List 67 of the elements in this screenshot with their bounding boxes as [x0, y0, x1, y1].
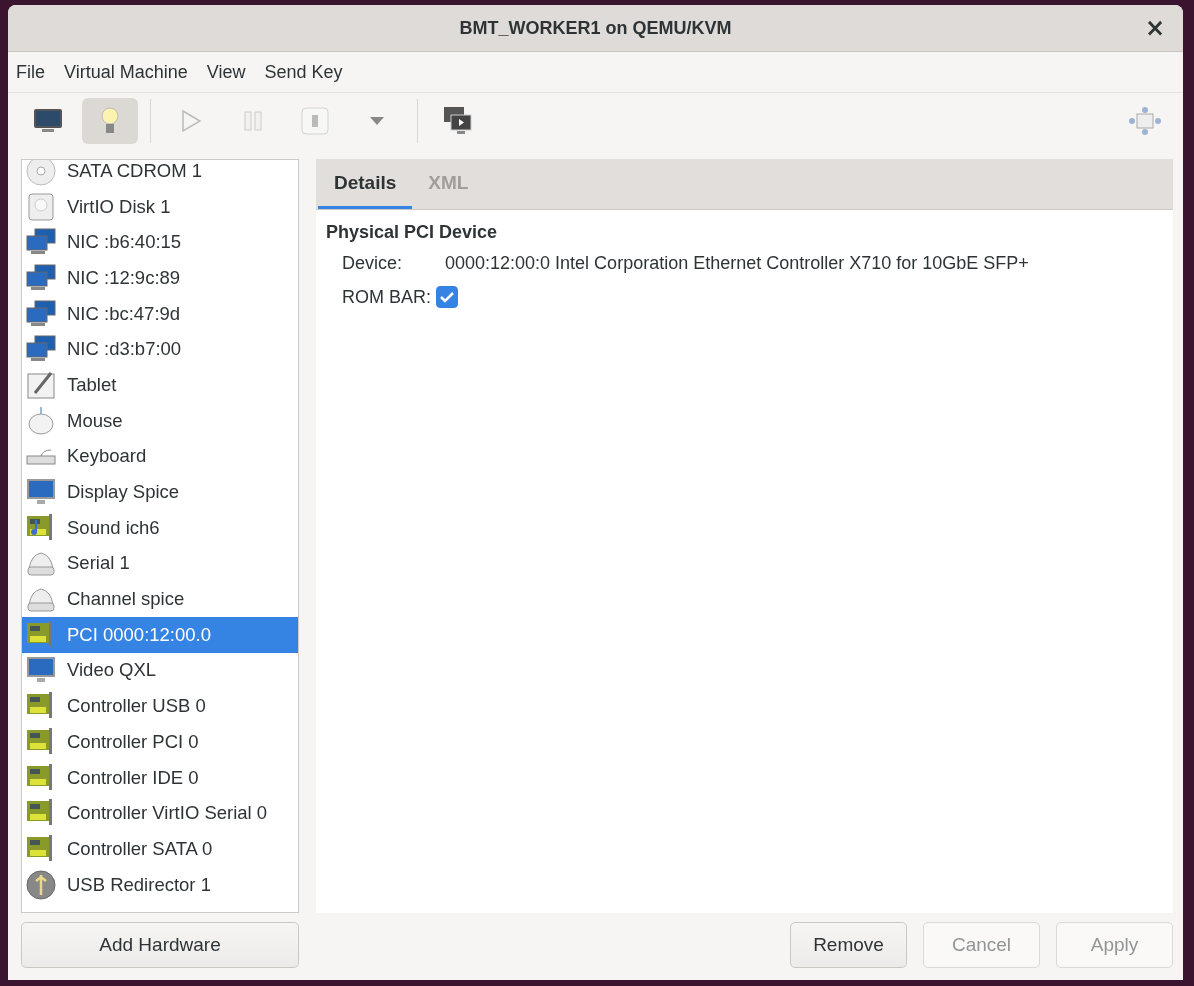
hardware-item[interactable]: Controller VirtIO Serial 0 — [22, 795, 298, 832]
hardware-label: Controller VirtIO Serial 0 — [67, 802, 268, 825]
hardware-item[interactable]: Controller IDE 0 — [22, 759, 298, 796]
hardware-item[interactable]: PCI 0000:12:00.0 — [22, 616, 298, 653]
usb-icon — [25, 868, 57, 901]
hardware-label: Mouse — [67, 409, 123, 432]
hardware-label: NIC :d3:b7:00 — [67, 338, 182, 361]
hardware-label: Serial 1 — [67, 552, 130, 575]
hardware-label: Tablet — [67, 373, 117, 396]
hardware-label: NIC :b6:40:15 — [67, 231, 182, 254]
hardware-item[interactable]: Controller USB 0 — [22, 688, 298, 724]
hardware-item[interactable]: SATA CDROM 1 — [22, 160, 298, 189]
hardware-item[interactable]: NIC :b6:40:15 — [22, 224, 298, 261]
hardware-item[interactable]: Mouse — [22, 402, 298, 439]
hardware-item[interactable]: Keyboard — [22, 438, 298, 475]
field-label: ROM BAR: — [342, 286, 432, 308]
hardware-item[interactable]: Tablet — [22, 367, 298, 403]
hardware-item[interactable]: Sound ich6 — [22, 509, 298, 546]
hardware-label: Controller IDE 0 — [67, 766, 199, 789]
hardware-label: VirtIO Disk 1 — [67, 195, 171, 218]
hardware-label: NIC :12:9c:89 — [67, 266, 181, 289]
field-value: 0000:12:00:0 Intel Corporation Ethernet Controller X710 for 10GbE SFP+ — [445, 252, 1029, 274]
mouse-icon — [25, 404, 57, 437]
hardware-label: SATA CDROM 1 — [67, 160, 202, 182]
menu-item[interactable]: File — [8, 61, 56, 83]
dialog-button[interactable]: Remove — [790, 922, 907, 968]
hardware-item[interactable]: Display Spice — [22, 474, 298, 510]
tab[interactable]: Details — [318, 159, 413, 209]
hardware-item[interactable]: Controller PCI 0 — [22, 724, 298, 760]
hardware-label: Channel spice — [67, 588, 185, 611]
hardware-label: PCI 0000:12:00.0 — [67, 623, 211, 646]
menu-item[interactable]: Virtual Machine — [56, 61, 199, 83]
lightbulb-icon — [100, 106, 120, 136]
field-label: Device: — [342, 252, 404, 274]
section-heading: Physical PCI Device — [326, 222, 499, 243]
hardware-item[interactable]: Serial 1 — [22, 545, 298, 582]
checkmark-icon — [440, 291, 454, 303]
hardware-label: Display Spice — [67, 481, 180, 504]
add-hardware-button[interactable]: Add Hardware — [21, 922, 299, 968]
menu-item[interactable]: View — [198, 61, 257, 83]
hardware-item[interactable]: NIC :12:9c:89 — [22, 260, 298, 296]
hardware-item[interactable]: NIC :d3:b7:00 — [22, 331, 298, 368]
hardware-label: Sound ich6 — [67, 516, 160, 539]
hardware-label: Controller USB 0 — [67, 695, 206, 718]
hardware-item[interactable]: Video QXL — [22, 652, 298, 689]
pause-icon — [243, 110, 263, 132]
window-title: BMT_WORKER1 on QEMU/KVM — [459, 17, 732, 39]
hardware-item[interactable]: USB Redirector 1 — [22, 866, 298, 903]
hardware-label: Keyboard — [67, 445, 147, 468]
hardware-item[interactable]: Controller SATA 0 — [22, 831, 298, 867]
hardware-label: NIC :bc:47:9d — [67, 302, 181, 325]
screens-icon — [443, 106, 473, 136]
hardware-label: Controller SATA 0 — [67, 837, 213, 860]
hardware-label: USB Redirector 1 — [67, 873, 211, 896]
monitor-icon — [33, 108, 63, 134]
menu-item[interactable]: Send Key — [256, 61, 354, 83]
hardware-label: Video QXL — [67, 659, 157, 682]
resize-icon — [1129, 107, 1161, 135]
hardware-item[interactable]: NIC :bc:47:9d — [22, 295, 298, 332]
caret-icon — [370, 117, 384, 125]
hardware-item[interactable]: VirtIO Disk 1 — [22, 188, 298, 225]
checkbox[interactable] — [436, 286, 458, 308]
close-button[interactable]: × — [1140, 15, 1169, 41]
hardware-item[interactable]: Channel spice — [22, 581, 298, 617]
hardware-label: Controller PCI 0 — [67, 730, 199, 753]
play-icon — [180, 109, 202, 133]
power-switch-icon — [301, 107, 329, 135]
